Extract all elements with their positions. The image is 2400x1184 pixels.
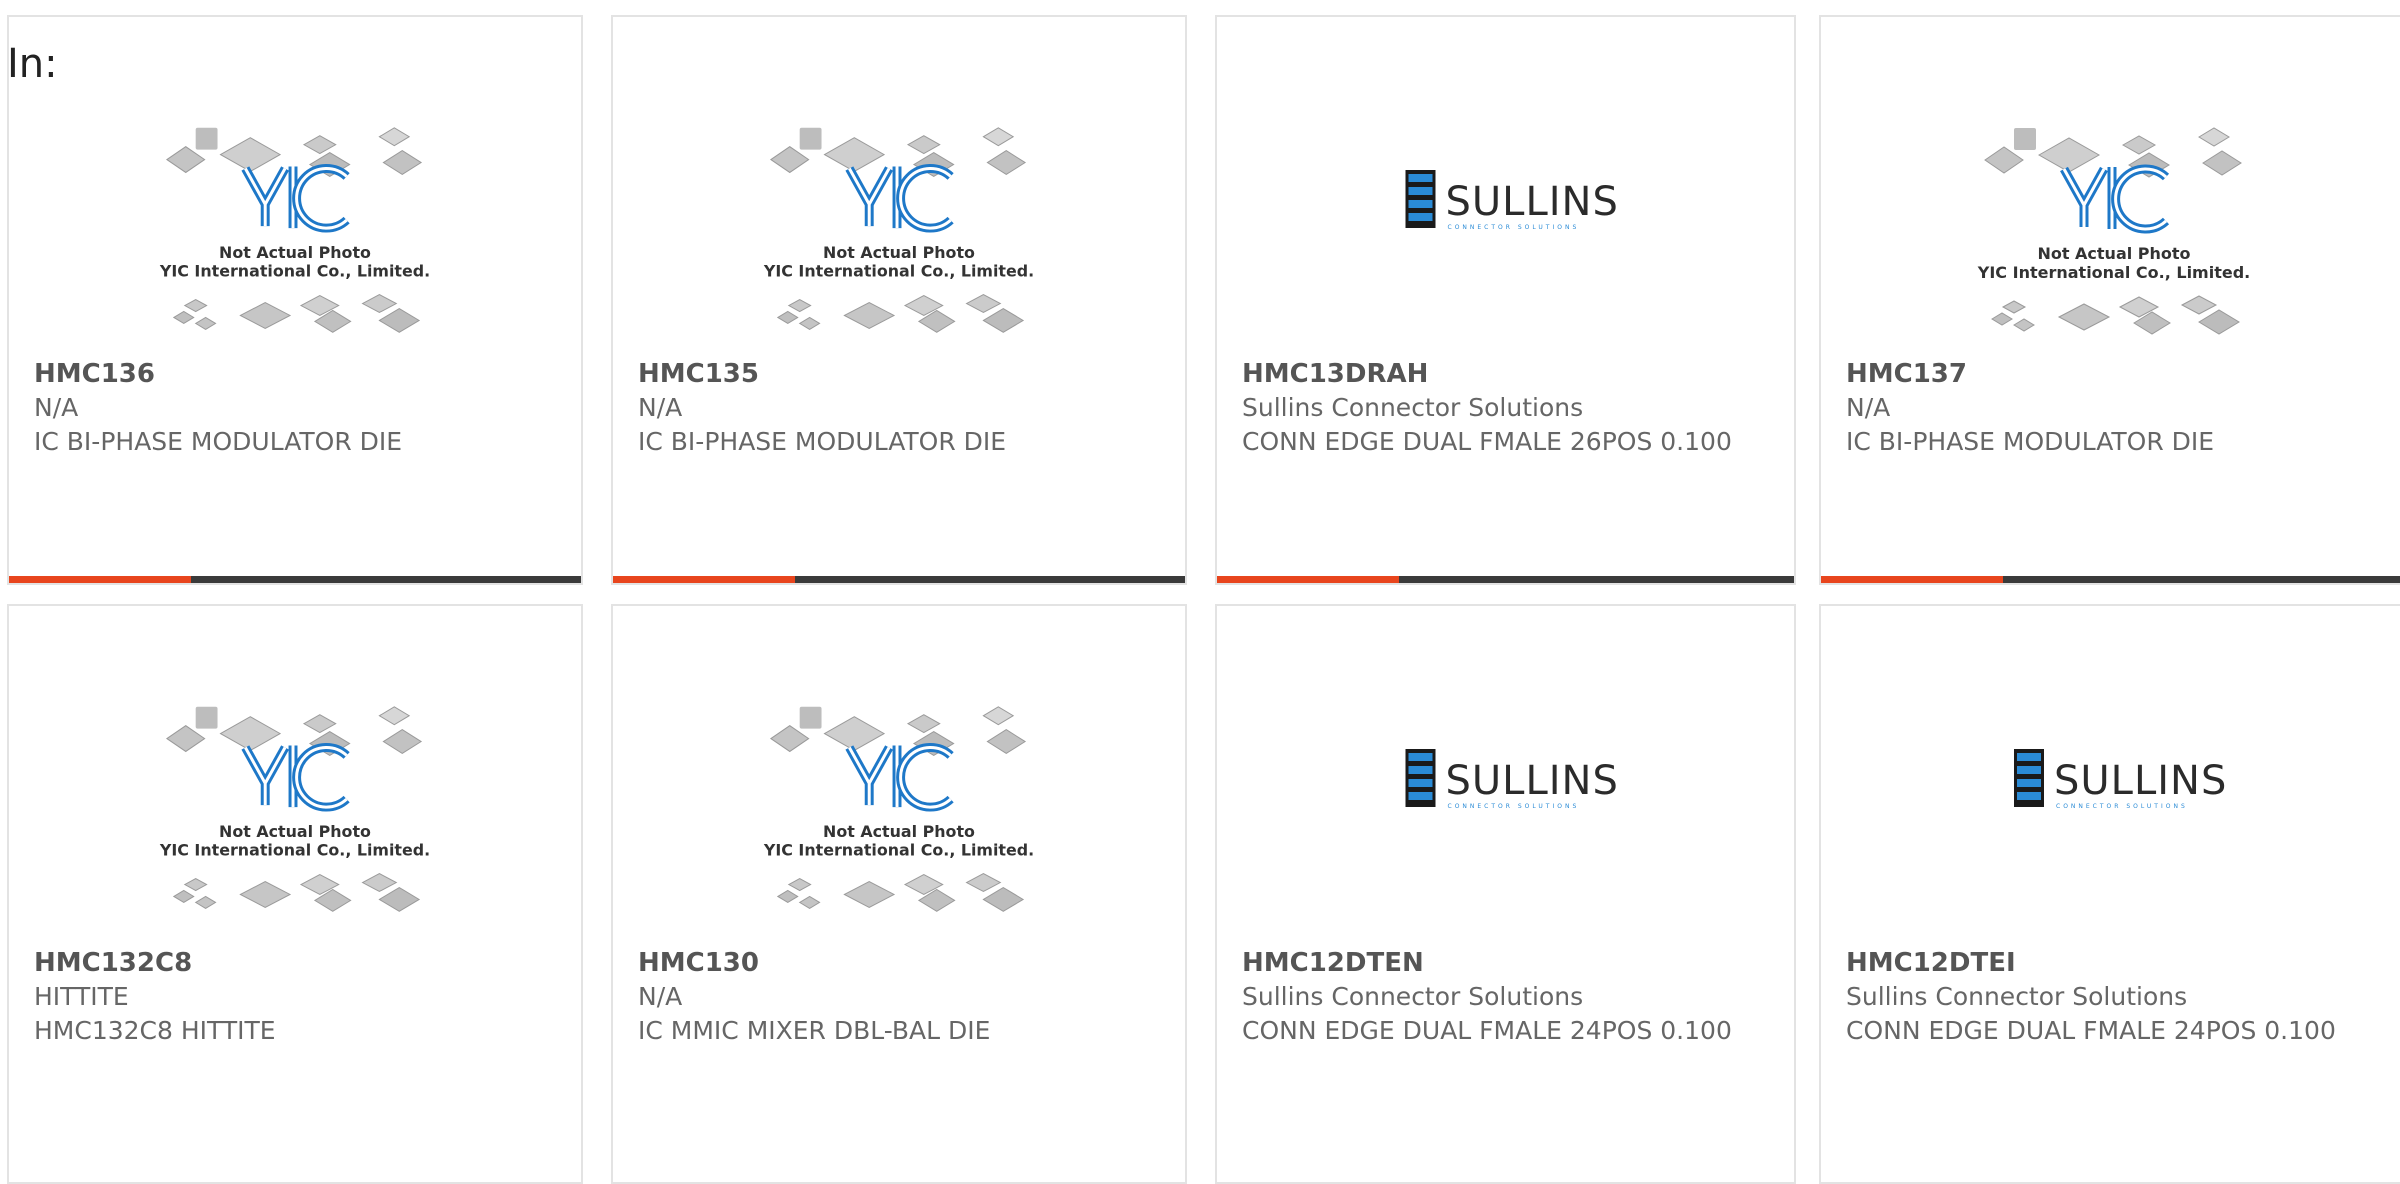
description: CONN EDGE DUAL FMALE 24POS 0.100	[1242, 1016, 1732, 1045]
description: IC BI-PHASE MODULATOR DIE	[1846, 427, 2215, 456]
card-bottom-bar	[9, 576, 581, 583]
card-bottom-bar	[1217, 576, 1794, 583]
description: HMC132C8 HITTITE	[34, 1016, 276, 1045]
card-accent-bar	[613, 576, 795, 583]
product-info: HMC135 N/A IC BI-PHASE MODULATOR DIE	[638, 357, 1165, 459]
card-bottom-bar	[613, 576, 1185, 583]
image-caption: YIC International Co., Limited.	[159, 841, 430, 860]
sullins-logo-icon: SULLINSCONNECTOR SOLUTIONS	[1405, 170, 1619, 231]
image-caption: Not Actual Photo	[823, 243, 975, 262]
manufacturer: N/A	[34, 393, 79, 422]
product-info: HMC132C8 HITTITE HMC132C8 HITTITE	[34, 946, 561, 1048]
product-info: HMC13DRAH Sullins Connector Solutions CO…	[1242, 357, 1774, 459]
chip-group-bottom	[172, 294, 421, 333]
image-caption: Not Actual Photo	[823, 822, 975, 841]
part-number[interactable]: HMC132C8	[34, 946, 561, 980]
logo-text: SULLINS	[1446, 758, 1619, 804]
manufacturer: Sullins Connector Solutions	[1242, 393, 1584, 422]
description: CONN EDGE DUAL FMALE 24POS 0.100	[1846, 1016, 2336, 1045]
image-caption: YIC International Co., Limited.	[763, 262, 1034, 281]
logo-subtext: CONNECTOR SOLUTIONS	[2056, 803, 2188, 810]
part-number[interactable]: HMC13DRAH	[1242, 357, 1774, 391]
product-card[interactable]: SULLINS CONNECTOR SOLUTIONS HMC12DTEN Sul…	[1215, 604, 1796, 1184]
manufacturer: N/A	[638, 982, 683, 1011]
image-caption: Not Actual Photo	[219, 243, 371, 262]
product-card[interactable]: Not Actual Photo YIC International Co., L…	[1819, 15, 2400, 585]
image-caption: YIC International Co., Limited.	[159, 262, 430, 281]
chip-group-bottom	[776, 294, 1025, 333]
logo-subtext: CONNECTOR SOLUTIONS	[1448, 224, 1580, 231]
part-number[interactable]: HMC136	[34, 357, 561, 391]
description: IC MMIC MIXER DBL-BAL DIE	[638, 1016, 991, 1045]
product-info: HMC130 N/A IC MMIC MIXER DBL-BAL DIE	[638, 946, 1165, 1048]
description: CONN EDGE DUAL FMALE 26POS 0.100	[1242, 427, 1732, 456]
image-caption: Not Actual Photo	[2037, 244, 2190, 263]
product-info: HMC12DTEI Sullins Connector Solutions CO…	[1846, 946, 2387, 1048]
manufacturer: N/A	[1846, 393, 1891, 422]
image-caption: Not Actual Photo	[219, 822, 371, 841]
sullins-logo-icon: SULLINSCONNECTOR SOLUTIONS	[1405, 749, 1619, 810]
part-number[interactable]: HMC135	[638, 357, 1165, 391]
product-image: Not Actual Photo YIC International Co., L…	[9, 97, 581, 367]
product-info: HMC137 N/A IC BI-PHASE MODULATOR DIE	[1846, 357, 2387, 459]
manufacturer: Sullins Connector Solutions	[1242, 982, 1584, 1011]
product-info: HMC12DTEN Sullins Connector Solutions CO…	[1242, 946, 1774, 1048]
manufacturer: Sullins Connector Solutions	[1846, 982, 2188, 1011]
product-card[interactable]: Not Actual Photo YIC International Co., L…	[7, 604, 583, 1184]
product-card[interactable]: SULLINS CONNECTOR SOLUTIONS HMC12DTEI Sul…	[1819, 604, 2400, 1184]
product-card[interactable]: Not Actual Photo YIC International Co., L…	[611, 604, 1187, 1184]
product-card[interactable]: Not Actual Photo YIC International Co., L…	[611, 15, 1187, 585]
product-card[interactable]: Not Actual Photo YIC International Co., L…	[7, 15, 583, 585]
product-image: Not Actual Photo YIC International Co., L…	[613, 97, 1185, 367]
product-image: SULLINS CONNECTOR SOLUTIONS	[1821, 676, 2400, 946]
product-image: Not Actual Photo YIC International Co., L…	[613, 676, 1185, 946]
image-caption: YIC International Co., Limited.	[1977, 263, 2250, 282]
card-accent-bar	[1217, 576, 1399, 583]
chip-group-bottom	[776, 873, 1025, 912]
image-caption: YIC International Co., Limited.	[763, 841, 1034, 860]
logo-text: SULLINS	[1446, 179, 1619, 225]
chip-group-bottom	[172, 873, 421, 912]
product-card[interactable]: SULLINS CONNECTOR SOLUTIONS HMC13DRAH Sul…	[1215, 15, 1796, 585]
product-info: HMC136 N/A IC BI-PHASE MODULATOR DIE	[34, 357, 561, 459]
logo-text: SULLINS	[2054, 758, 2227, 804]
part-number[interactable]: HMC137	[1846, 357, 2387, 391]
logo-subtext: CONNECTOR SOLUTIONS	[1448, 803, 1580, 810]
card-bottom-bar	[1821, 576, 2400, 583]
product-image: Not Actual Photo YIC International Co., L…	[1821, 97, 2400, 367]
part-number[interactable]: HMC12DTEN	[1242, 946, 1774, 980]
manufacturer: HITTITE	[34, 982, 129, 1011]
chip-group-bottom	[1991, 295, 2240, 335]
description: IC BI-PHASE MODULATOR DIE	[34, 427, 403, 456]
sullins-logo-icon: SULLINSCONNECTOR SOLUTIONS	[2014, 749, 2227, 810]
part-number[interactable]: HMC130	[638, 946, 1165, 980]
description: IC BI-PHASE MODULATOR DIE	[638, 427, 1007, 456]
card-accent-bar	[9, 576, 191, 583]
product-image: Not Actual Photo YIC International Co., L…	[9, 676, 581, 946]
filter-label: In:	[7, 41, 58, 87]
product-grid: In: Not Actual Photo YIC International Co…	[0, 0, 2400, 1184]
manufacturer: N/A	[638, 393, 683, 422]
card-accent-bar	[1821, 576, 2003, 583]
product-image: SULLINS CONNECTOR SOLUTIONS	[1217, 676, 1794, 946]
part-number[interactable]: HMC12DTEI	[1846, 946, 2387, 980]
product-image: SULLINS CONNECTOR SOLUTIONS	[1217, 97, 1794, 367]
